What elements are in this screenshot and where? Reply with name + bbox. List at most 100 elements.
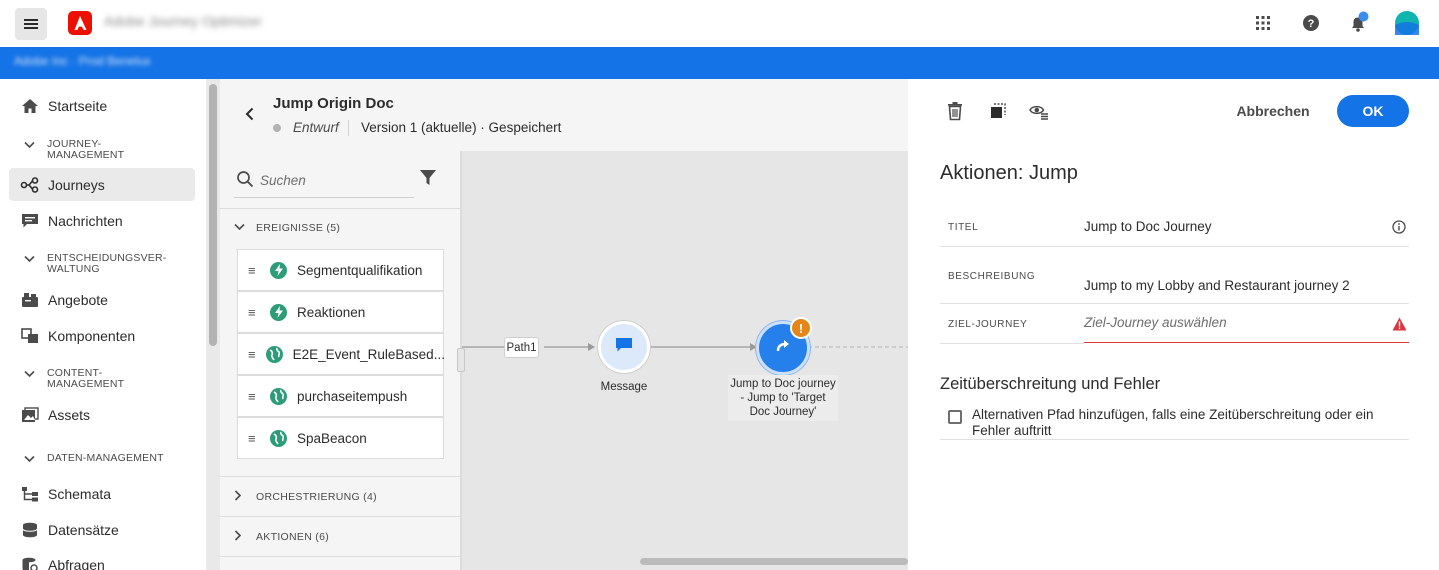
svg-text:?: ? xyxy=(1308,18,1315,30)
sidebar-item-angebote[interactable]: Angebote xyxy=(20,286,108,314)
divider xyxy=(940,343,1084,344)
event-item[interactable]: ≡ Reaktionen xyxy=(237,291,444,333)
jump-arrow-icon xyxy=(774,337,792,360)
notifications-icon[interactable] xyxy=(1346,11,1370,35)
sidebar-section-label: DATEN-MANAGEMENT xyxy=(47,452,164,464)
category-orchestration[interactable]: ORCHESTRIERUNG (4) xyxy=(234,490,377,504)
preview-icon[interactable] xyxy=(1029,101,1049,121)
message-node[interactable] xyxy=(598,321,650,373)
journeys-icon xyxy=(20,176,40,194)
sidebar-item-journeys[interactable]: Journeys xyxy=(20,171,105,199)
info-icon[interactable] xyxy=(1392,220,1406,239)
canvas-scrollbar[interactable] xyxy=(640,558,908,565)
filter-icon[interactable] xyxy=(418,168,438,188)
sidebar-section-data-management[interactable]: DATEN-MANAGEMENT xyxy=(24,453,164,466)
drag-handle-icon[interactable]: ≡ xyxy=(248,347,256,362)
schemas-icon xyxy=(20,485,40,503)
panel-title: Aktionen: Jump xyxy=(940,162,1078,184)
divider xyxy=(940,246,1409,247)
back-arrow-icon[interactable] xyxy=(242,106,258,122)
chevron-down-icon xyxy=(24,370,36,381)
chevron-down-icon xyxy=(24,455,36,466)
drag-handle-icon[interactable]: ≡ xyxy=(248,389,260,404)
journey-header xyxy=(220,79,908,151)
sidebar-scrollbar-thumb[interactable] xyxy=(209,84,217,346)
target-journey-picker[interactable]: Ziel-Journey auswählen xyxy=(1084,315,1227,330)
delete-icon[interactable] xyxy=(946,101,966,121)
event-item[interactable]: ≡ purchaseitempush xyxy=(237,375,444,417)
sidebar-item-startseite[interactable]: Startseite xyxy=(20,92,107,120)
category-label: AKTIONEN (6) xyxy=(256,531,330,543)
sidebar-item-schemata[interactable]: Schemata xyxy=(20,480,111,508)
chevron-down-icon xyxy=(234,222,246,234)
message-node-label: Message xyxy=(600,381,648,393)
lightning-icon xyxy=(270,261,287,279)
resize-handle[interactable] xyxy=(457,348,465,372)
event-label: SpaBeacon xyxy=(297,430,367,446)
sidebar-section-decision-management[interactable]: ENTSCHEIDUNGSVER- WALTUNG xyxy=(24,253,167,275)
drag-handle-icon[interactable]: ≡ xyxy=(248,305,260,320)
message-icon xyxy=(20,212,40,230)
chevron-right-icon xyxy=(234,530,246,544)
help-icon[interactable]: ? xyxy=(1299,11,1323,35)
chevron-down-icon xyxy=(24,255,36,266)
search-icon xyxy=(236,170,254,193)
avatar[interactable] xyxy=(1395,11,1419,35)
cancel-button[interactable]: Abbrechen xyxy=(1232,96,1314,126)
arrow-head xyxy=(588,343,595,351)
timeout-checkbox[interactable] xyxy=(948,410,962,424)
category-label: ORCHESTRIERUNG (4) xyxy=(256,491,377,503)
sidebar-item-assets[interactable]: Assets xyxy=(20,401,90,429)
chevron-right-icon xyxy=(234,490,246,504)
alert-icon xyxy=(1392,317,1407,336)
sidebar-section-label: CONTENT- MANAGEMENT xyxy=(47,367,125,390)
event-item[interactable]: ≡ E2E_Event_RuleBased... xyxy=(237,333,445,375)
queries-icon xyxy=(20,556,40,570)
category-events[interactable]: EREIGNISSE (5) xyxy=(234,222,340,234)
search-placeholder[interactable]: Suchen xyxy=(260,173,306,188)
sidebar-item-label: Datensätze xyxy=(48,522,119,538)
description-field[interactable]: Jump to my Lobby and Restaurant journey … xyxy=(1084,278,1350,293)
duplicate-icon[interactable] xyxy=(988,101,1008,121)
lightning-icon xyxy=(270,303,287,321)
event-label: purchaseitempush xyxy=(297,388,408,404)
event-item[interactable]: ≡ SpaBeacon xyxy=(237,417,444,459)
drag-handle-icon[interactable]: ≡ xyxy=(248,431,260,446)
event-label: E2E_Event_RuleBased... xyxy=(292,346,445,362)
title-field-label: TITEL xyxy=(948,222,979,233)
offers-icon xyxy=(20,291,40,309)
home-icon xyxy=(20,97,40,115)
category-label: EREIGNISSE (5) xyxy=(256,222,341,234)
path-label[interactable]: Path1 xyxy=(504,337,539,358)
menu-icon[interactable] xyxy=(15,8,47,40)
sidebar-item-label: Angebote xyxy=(48,292,108,308)
sidebar-section-journey-management[interactable]: JOURNEY- MANAGEMENT xyxy=(24,139,124,161)
journey-status: Entwurf xyxy=(293,120,339,135)
warning-badge[interactable]: ! xyxy=(790,317,812,339)
event-item[interactable]: ≡ Segmentqualifikation xyxy=(237,249,444,291)
chevron-down-icon xyxy=(24,141,36,152)
sidebar-item-datensaetze[interactable]: Datensätze xyxy=(20,516,119,544)
category-actions[interactable]: AKTIONEN (6) xyxy=(234,530,329,544)
org-switcher[interactable]: Adobe Inc · Prod Benelux xyxy=(14,54,151,68)
app-title[interactable]: Adobe Journey Optimizer xyxy=(104,13,262,29)
assets-icon xyxy=(20,406,40,424)
globe-icon xyxy=(270,387,287,405)
adobe-logo[interactable] xyxy=(68,11,92,35)
ok-button[interactable]: OK xyxy=(1337,95,1409,127)
sidebar-section-content-management[interactable]: CONTENT- MANAGEMENT xyxy=(24,368,124,390)
sidebar-item-abfragen[interactable]: Abfragen xyxy=(20,551,105,570)
drag-handle-icon[interactable]: ≡ xyxy=(248,263,260,278)
sidebar-item-label: Abfragen xyxy=(48,557,105,570)
components-icon xyxy=(20,327,40,345)
event-label: Reaktionen xyxy=(297,304,366,320)
timeout-section-title: Zeitüberschreitung und Fehler xyxy=(940,375,1161,393)
title-field[interactable]: Jump to Doc Journey xyxy=(1084,219,1212,234)
top-bar: Adobe Journey Optimizer ? xyxy=(0,0,1439,47)
timeout-checkbox-label[interactable]: Alternativen Pfad hinzufügen, falls eine… xyxy=(972,407,1402,439)
sidebar-item-komponenten[interactable]: Komponenten xyxy=(20,322,135,350)
journey-canvas[interactable]: Path1 Message ! Jump to Doc journey - Ju… xyxy=(462,151,908,570)
sidebar-item-nachrichten[interactable]: Nachrichten xyxy=(20,207,123,235)
apps-grid-icon[interactable] xyxy=(1251,11,1275,35)
sidebar: Startseite JOURNEY- MANAGEMENT Journeys … xyxy=(0,79,206,570)
